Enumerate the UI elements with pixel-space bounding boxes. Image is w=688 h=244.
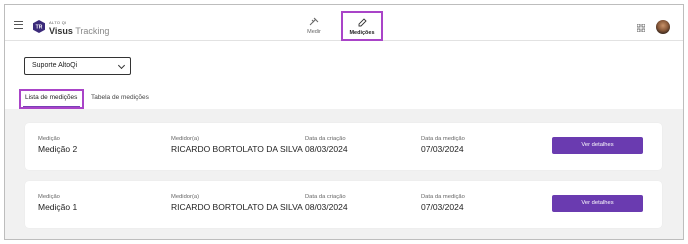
ver-detalhes-button[interactable]: Ver detalhes <box>552 195 643 212</box>
medidor-value: RICARDO BORTOLATO DA SILVA <box>171 202 303 212</box>
data-medicao-label: Data da medição <box>421 194 465 200</box>
data-criacao-value: 08/03/2024 <box>305 202 348 212</box>
top-bar: TR ALTO QI Visus Tracking Medir Medições <box>5 5 683 41</box>
apps-grid-icon[interactable] <box>637 24 645 32</box>
ruler-icon <box>309 17 319 26</box>
app-logo-icon: TR <box>33 20 45 33</box>
project-select-value: Suporte AltoQi <box>32 62 78 69</box>
nav-medicoes-label: Medições <box>349 30 375 36</box>
pencil-icon <box>358 18 367 27</box>
brand-title: Visus Tracking <box>49 26 110 36</box>
data-criacao-label: Data da criação <box>305 194 346 200</box>
nav-medicoes[interactable]: Medições <box>341 11 383 41</box>
tab-lista-de-medicoes[interactable]: Lista de medições <box>19 89 84 109</box>
app-window: TR ALTO QI Visus Tracking Medir Medições… <box>4 4 684 240</box>
ver-detalhes-button[interactable]: Ver detalhes <box>552 137 643 154</box>
user-avatar[interactable] <box>656 20 670 34</box>
data-medicao-value: 07/03/2024 <box>421 144 464 154</box>
nav-medir[interactable]: Medir <box>303 17 325 35</box>
measurement-card: Medição Medição 2 Medidor(a) RICARDO BOR… <box>25 123 662 170</box>
medidor-label: Medidor(a) <box>171 194 200 200</box>
medicao-label: Medição <box>38 136 60 142</box>
chevron-down-icon <box>117 61 126 70</box>
tab-tabela-de-medicoes[interactable]: Tabela de medições <box>91 94 149 101</box>
data-medicao-label: Data da medição <box>421 136 465 142</box>
menu-icon[interactable] <box>14 21 23 29</box>
brand-company: ALTO QI <box>49 20 67 25</box>
data-criacao-label: Data da criação <box>305 136 346 142</box>
medidor-label: Medidor(a) <box>171 136 200 142</box>
measurement-card: Medição Medição 1 Medidor(a) RICARDO BOR… <box>25 181 662 228</box>
svg-text:TR: TR <box>36 25 43 31</box>
nav-medir-label: Medir <box>307 29 321 35</box>
data-criacao-value: 08/03/2024 <box>305 144 348 154</box>
project-select[interactable]: Suporte AltoQi <box>24 57 131 75</box>
main-content: Suporte AltoQi Lista de medições Tabela … <box>5 42 683 239</box>
medicao-value: Medição 2 <box>38 144 78 154</box>
measurements-list: Medição Medição 2 Medidor(a) RICARDO BOR… <box>5 109 683 239</box>
medicao-value: Medição 1 <box>38 202 78 212</box>
medicao-label: Medição <box>38 194 60 200</box>
medidor-value: RICARDO BORTOLATO DA SILVA <box>171 144 303 154</box>
data-medicao-value: 07/03/2024 <box>421 202 464 212</box>
